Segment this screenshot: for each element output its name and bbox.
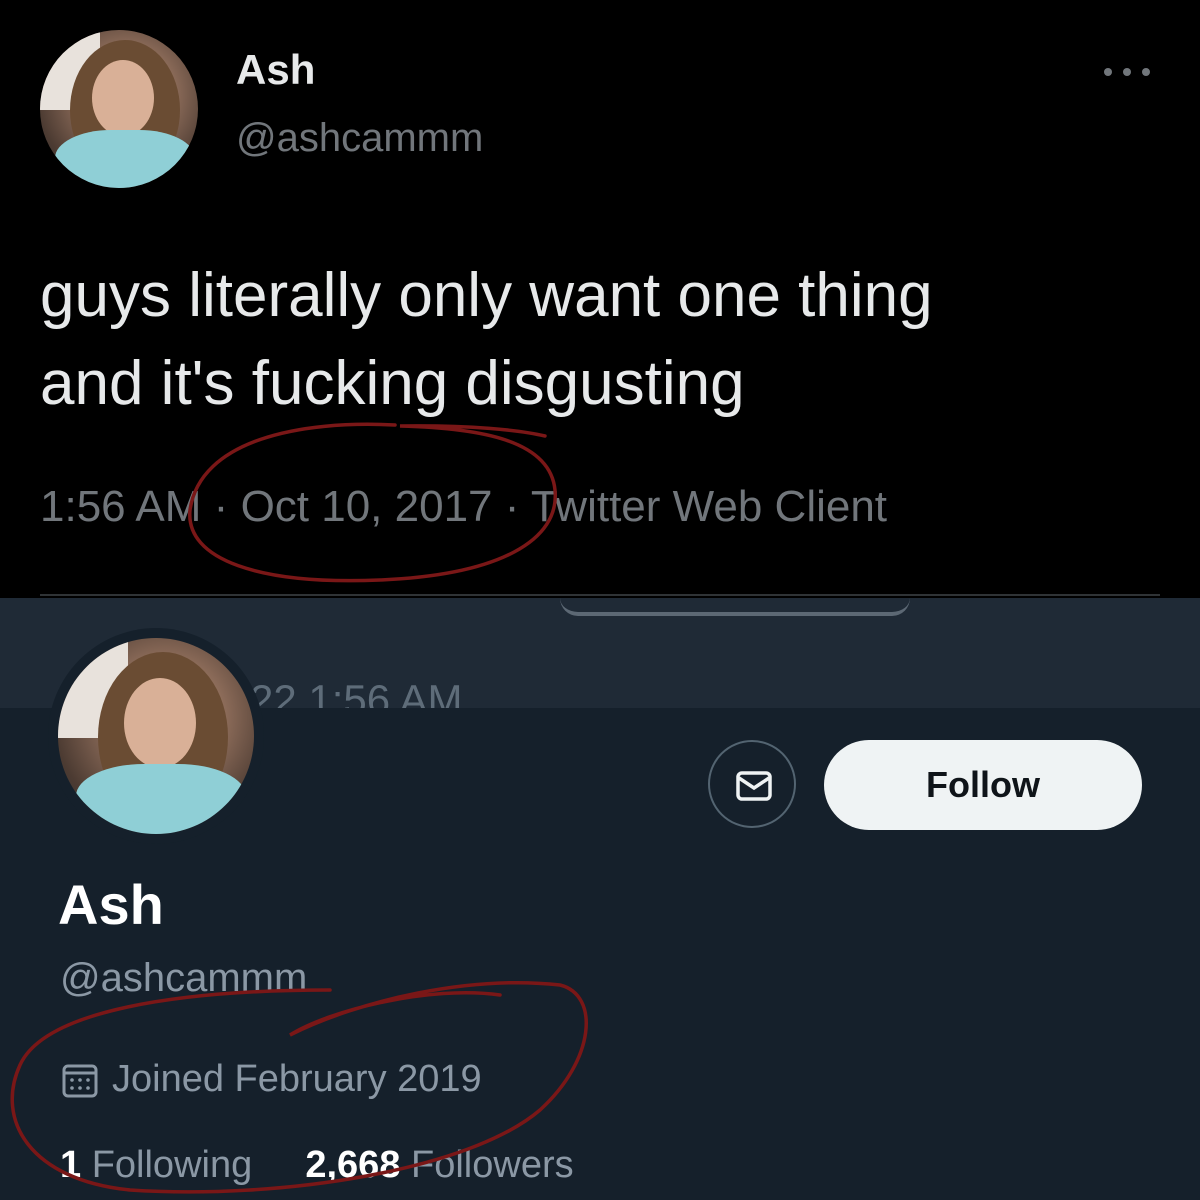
more-horizontal-icon[interactable]	[1100, 60, 1154, 84]
profile-name: Ash	[58, 873, 164, 936]
following-count: 1	[60, 1144, 82, 1186]
message-button[interactable]	[708, 740, 796, 828]
meta-separator: ·	[504, 482, 520, 531]
divider	[40, 594, 1160, 596]
tweet-time[interactable]: 1:56 AM	[40, 482, 201, 531]
avatar-shirt	[55, 130, 195, 188]
followers-count: 2,668	[305, 1144, 401, 1186]
followers-label: Followers	[411, 1144, 574, 1186]
calendar-icon	[62, 1064, 98, 1097]
follow-button[interactable]: Follow	[824, 740, 1142, 830]
joined-text: Joined February 2019	[112, 1058, 482, 1100]
tweet-text: guys literally only want one thing and i…	[40, 252, 1160, 428]
tweet-card: Ash @ashcammm guys literally only want o…	[0, 0, 1200, 598]
tweet-meta: 1:56 AM · Oct 10, 2017 · Twitter Web Cli…	[40, 482, 887, 532]
avatar-face	[92, 60, 154, 136]
profile-handle: @ashcammm	[60, 956, 308, 1000]
follow-stats: 1 Following 2,668 Followers	[60, 1144, 574, 1187]
profile-avatar[interactable]	[58, 638, 254, 834]
avatar-shirt	[76, 764, 246, 834]
ghost-text-fragment	[560, 598, 910, 616]
tweet-author-handle[interactable]: @ashcammm	[236, 116, 483, 161]
tweet-author-avatar[interactable]	[40, 30, 198, 188]
ghost-timestamp: 22 1:56 AM	[250, 676, 463, 708]
envelope-icon	[736, 771, 772, 801]
meta-separator: ·	[213, 482, 229, 531]
tweet-date[interactable]: Oct 10, 2017	[241, 482, 493, 531]
following-link[interactable]: 1 Following	[60, 1144, 263, 1186]
tweet-text-line-2: and it's fucking disgusting	[40, 349, 745, 418]
tweet-text-line-1: guys literally only want one thing	[40, 261, 933, 330]
tweet-author-name[interactable]: Ash	[236, 46, 315, 94]
followers-link[interactable]: 2,668 Followers	[305, 1144, 573, 1186]
joined-date: Joined February 2019	[60, 1058, 482, 1101]
following-label: Following	[91, 1144, 253, 1186]
tweet-client[interactable]: Twitter Web Client	[531, 482, 887, 531]
avatar-face	[124, 678, 196, 768]
